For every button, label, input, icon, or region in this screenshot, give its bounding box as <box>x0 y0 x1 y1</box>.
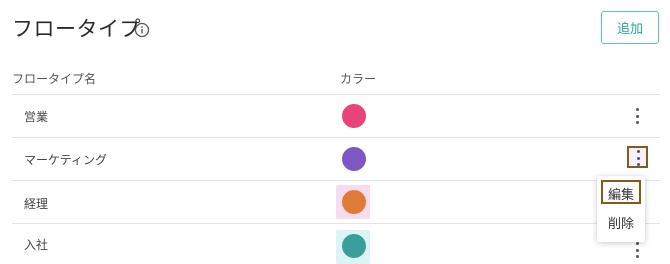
divider <box>12 223 660 224</box>
row-name: マーケティング <box>24 153 108 167</box>
info-icon[interactable] <box>134 22 150 38</box>
menu-edit-highlight <box>601 180 641 204</box>
divider <box>12 137 660 138</box>
add-button[interactable]: 追加 <box>601 11 659 44</box>
page-title: フロータイプ <box>12 17 141 41</box>
row-name: 入社 <box>24 238 49 252</box>
more-vert-icon[interactable] <box>631 242 643 258</box>
menu-item-delete[interactable]: 削除 <box>597 213 645 232</box>
color-swatch <box>342 104 366 128</box>
divider <box>12 180 660 181</box>
row-name: 経理 <box>24 197 49 211</box>
divider <box>12 94 660 95</box>
column-header-name: フロータイプ名 <box>12 72 97 86</box>
color-swatch <box>342 147 366 171</box>
more-vert-icon[interactable] <box>631 108 643 124</box>
color-swatch <box>342 234 366 258</box>
row-name: 営業 <box>24 110 49 124</box>
column-header-color: カラー <box>340 72 377 86</box>
more-vert-icon[interactable] <box>632 150 644 166</box>
color-swatch <box>342 190 366 214</box>
